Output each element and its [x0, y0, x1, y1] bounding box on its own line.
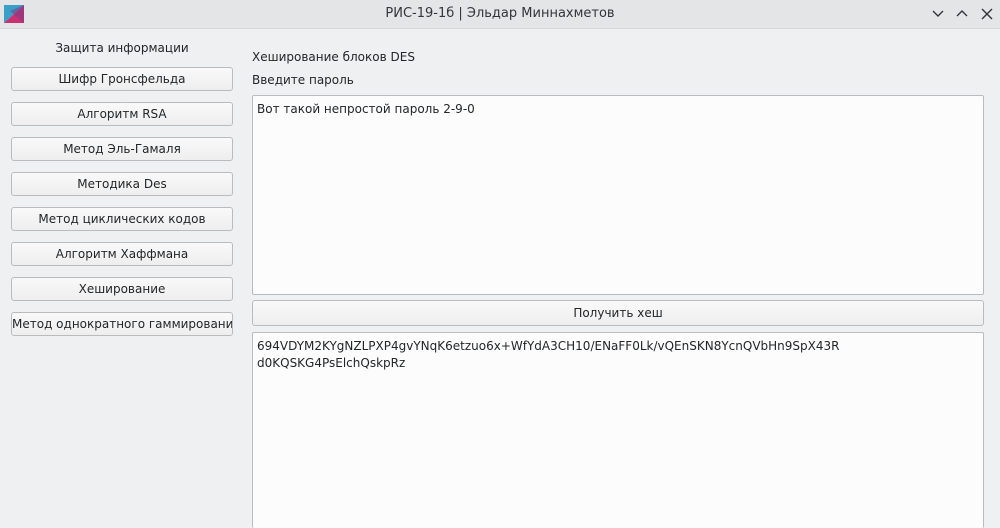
- sidebar-group-label: Защита информации: [55, 41, 189, 55]
- sidebar-button-gronsfeld[interactable]: Шифр Гронсфельда: [11, 67, 233, 91]
- minimize-button[interactable]: [930, 6, 946, 22]
- main-window: Защита информации Шифр Гронсфельда Алгор…: [0, 30, 1000, 528]
- get-hash-button[interactable]: Получить хеш: [252, 300, 984, 326]
- close-icon: [981, 8, 993, 20]
- chevron-down-icon: [932, 10, 944, 17]
- sidebar-button-elgamal[interactable]: Метод Эль-Гамаля: [11, 137, 233, 161]
- sidebar-button-huffman[interactable]: Алгоритм Хаффмана: [11, 242, 233, 266]
- sidebar-button-des[interactable]: Методика Des: [11, 172, 233, 196]
- close-button[interactable]: [979, 6, 995, 22]
- maximize-button[interactable]: [954, 6, 970, 22]
- chevron-up-icon: [956, 10, 968, 17]
- sidebar-button-rsa[interactable]: Алгоритм RSA: [11, 102, 233, 126]
- sidebar-button-one-time-pad[interactable]: Метод однократного гаммирования: [11, 312, 233, 336]
- sidebar-button-hashing[interactable]: Хеширование: [11, 277, 233, 301]
- sidebar-button-cyclic-codes[interactable]: Метод циклических кодов: [11, 207, 233, 231]
- section-title: Хеширование блоков DES: [252, 50, 415, 64]
- password-label: Введите пароль: [252, 73, 354, 87]
- title-bar: РИС-19-1б | Эльдар Миннахметов: [0, 0, 1000, 29]
- password-input[interactable]: Вот такой непростой пароль 2-9-0: [252, 95, 984, 295]
- window-title: РИС-19-1б | Эльдар Миннахметов: [385, 6, 615, 21]
- hash-output[interactable]: 694VDYM2KYgNZLPXP4gvYNqK6etzuo6x+WfYdA3C…: [252, 332, 984, 528]
